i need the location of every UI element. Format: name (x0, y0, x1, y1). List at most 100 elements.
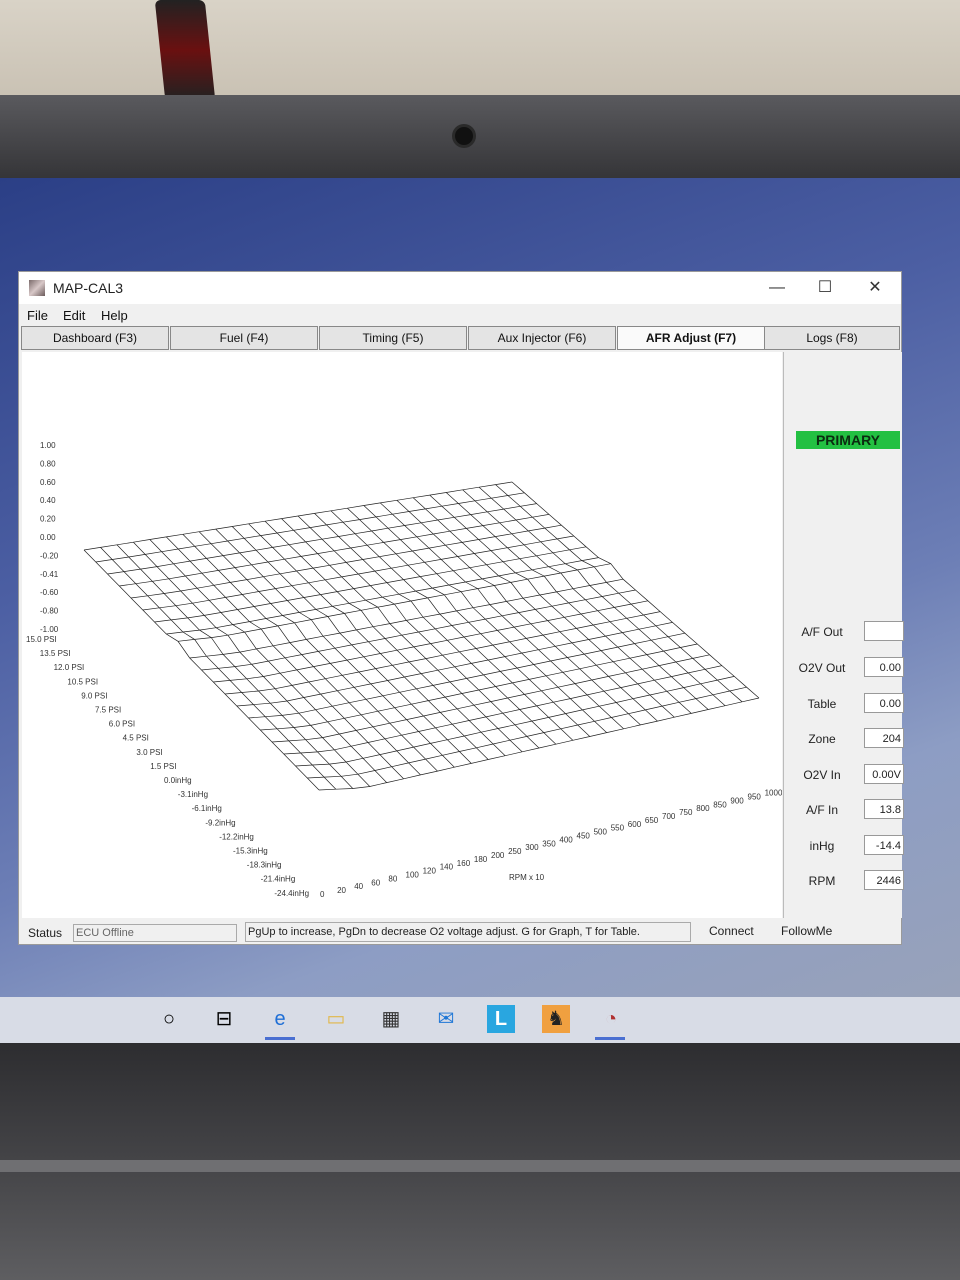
mesh-col-line (215, 528, 455, 768)
taskbar-active-indicator-2 (595, 1037, 625, 1040)
rpm-tick-label: 850 (713, 800, 727, 809)
mapcal-icon[interactable]: ◔ (597, 1005, 625, 1033)
hint-message: PgUp to increase, PgDn to decrease O2 vo… (245, 922, 691, 942)
close-button[interactable]: ✕ (859, 276, 891, 300)
afr-3d-graph[interactable]: 1.00 0.80 0.60 0.40 0.20 0.00 -0.20 -0.41 -0.60 -… (22, 352, 783, 918)
load-tick-label: -9.2inHg (205, 818, 235, 827)
field-value-7: 2446 (864, 870, 904, 890)
tab-fuel[interactable]: Fuel (F4) (170, 326, 318, 350)
mesh-col-line (363, 505, 607, 733)
load-tick-label: 7.5 PSI (95, 706, 121, 715)
load-tick-label: -3.1inHg (178, 790, 208, 799)
load-tick-label: -12.2inHg (219, 832, 254, 841)
taskbar-active-indicator (265, 1037, 295, 1040)
mesh-col-line (495, 484, 743, 703)
rpm-tick-label: 120 (423, 867, 437, 876)
mesh-row-line (119, 514, 550, 587)
mesh-col-line (281, 518, 523, 753)
field-value-2: 0.00 (864, 693, 904, 713)
field-label-3: Zone (808, 732, 836, 746)
mesh-col-line (231, 526, 472, 764)
rpm-tick-label: 500 (594, 828, 608, 837)
z-tick-label: 0.00 (40, 533, 56, 542)
rpm-tick-label: 180 (474, 855, 488, 864)
menu-edit[interactable]: Edit (63, 308, 85, 323)
rpm-tick-label: 140 (440, 863, 454, 872)
mesh-col-line (248, 523, 489, 760)
z-tick-label: 1.00 (40, 441, 56, 450)
field-label-0: A/F Out (801, 625, 843, 639)
rpm-tick-label: 400 (559, 835, 573, 844)
mesh-col-line (478, 486, 726, 706)
app-icon[interactable]: ♞ (542, 1005, 570, 1033)
mesh-col-line (445, 492, 692, 714)
z-tick-label: 0.20 (40, 515, 56, 524)
status-label: Status (28, 926, 63, 940)
maximize-button[interactable]: ☐ (809, 276, 841, 300)
tab-dashboard[interactable]: Dashboard (F3) (21, 326, 169, 350)
tab-timing[interactable]: Timing (F5) (319, 326, 467, 350)
load-tick-label: -6.1inHg (192, 804, 222, 813)
cable (154, 0, 216, 100)
rpm-tick-label: 600 (628, 820, 642, 829)
field-label-1: O2V Out (798, 661, 846, 675)
mesh-col-line (396, 500, 641, 726)
mesh-col-line (198, 531, 438, 772)
load-tick-label: -15.3inHg (233, 847, 268, 856)
rpm-tick-label: 1000 (765, 789, 782, 798)
rpm-tick-label: 650 (645, 816, 659, 825)
task-view-icon[interactable]: ⊟ (210, 1005, 238, 1033)
load-tick-label: -18.3inHg (247, 861, 282, 870)
tab-afr-adjust[interactable]: AFR Adjust (F7) (617, 326, 765, 350)
rpm-tick-label: 900 (730, 796, 744, 805)
graph-canvas: 1.00 0.80 0.60 0.40 0.20 0.00 -0.20 -0.41 -0.60 -… (26, 441, 783, 899)
load-tick-label: 1.5 PSI (150, 762, 176, 771)
load-tick-label: -21.4inHg (261, 875, 296, 884)
mesh-row-line (213, 600, 648, 683)
field-value-6: -14.4 (864, 835, 904, 855)
mesh-row-line (201, 589, 636, 671)
menu-help[interactable]: Help (101, 308, 128, 323)
mesh-row-line (283, 665, 722, 755)
rpm-tick-label: 950 (748, 793, 762, 802)
mail-icon[interactable]: ✉ (432, 1005, 460, 1033)
l-app-icon[interactable]: L (487, 1005, 515, 1033)
mode-badge: PRIMARY (796, 431, 900, 449)
field-value-4: 0.00V (864, 764, 904, 784)
tab-logs[interactable]: Logs (F8) (764, 326, 900, 350)
load-tick-label: 9.0 PSI (81, 691, 107, 700)
mesh-col-line (412, 497, 658, 722)
mesh-row-line (318, 697, 760, 791)
followme-button[interactable]: FollowMe (781, 924, 832, 938)
window-title: MAP-CAL3 (53, 280, 124, 296)
z-tick-label: 0.40 (40, 496, 56, 505)
start-circle-icon[interactable]: ○ (155, 1005, 183, 1033)
z-tick-label: -0.80 (40, 607, 59, 616)
desk-background (0, 0, 960, 105)
rpm-tick-label: 300 (525, 843, 539, 852)
field-label-7: RPM (808, 874, 836, 888)
app-window: MAP-CAL3 — ☐ ✕ File Edit Help Dashboard … (18, 271, 904, 945)
rpm-tick-label: 0 (320, 890, 325, 899)
tab-aux-injector[interactable]: Aux Injector (F6) (468, 326, 616, 350)
title-bar: MAP-CAL3 — ☐ ✕ (19, 272, 901, 304)
tab-bar: Dashboard (F3) Fuel (F4) Timing (F5) Aux… (19, 326, 901, 350)
load-tick-label: 6.0 PSI (109, 720, 135, 729)
field-label-5: A/F In (805, 803, 838, 817)
webcam-icon (455, 127, 473, 145)
minimize-button[interactable]: — (761, 276, 793, 300)
field-value-0 (864, 621, 904, 641)
menu-file[interactable]: File (27, 308, 48, 323)
rpm-tick-label: 40 (354, 882, 363, 891)
rpm-tick-label: 20 (337, 886, 346, 895)
laptop-base (0, 1160, 960, 1172)
laptop-bezel-top (0, 95, 960, 180)
file-explorer-icon[interactable]: ▭ (322, 1005, 350, 1033)
rpm-tick-label: 80 (388, 874, 397, 883)
rpm-tick-label: 100 (406, 871, 420, 880)
connect-button[interactable]: Connect (709, 924, 754, 938)
edge-icon[interactable]: e (266, 1005, 294, 1033)
load-tick-label: 15.0 PSI (26, 635, 57, 644)
store-icon[interactable]: ▦ (377, 1005, 405, 1033)
z-tick-label: 0.80 (40, 459, 56, 468)
